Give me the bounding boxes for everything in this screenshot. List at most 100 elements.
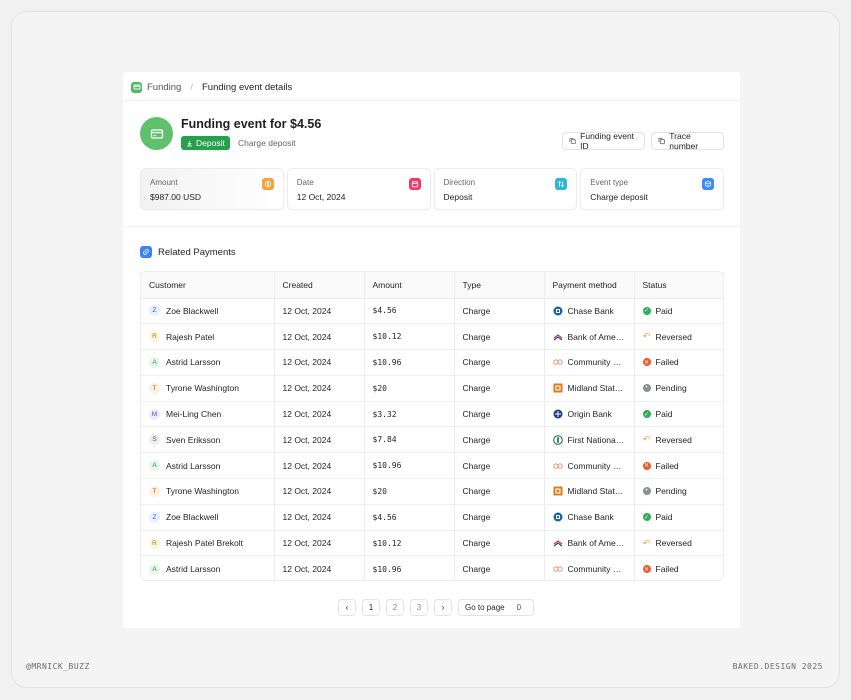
bank-name: Bank of America bbox=[567, 538, 626, 549]
cube-icon bbox=[702, 178, 714, 190]
payment-method-cell: Chase Bank bbox=[544, 298, 635, 325]
table-row[interactable]: T Tyrone Washington 12 Oct, 2024 $20 Cha… bbox=[141, 375, 723, 402]
amount-cell: $4.56 bbox=[364, 298, 455, 325]
go-to-page-label: Go to page bbox=[465, 603, 505, 612]
payment-method-cell: Bank of America bbox=[544, 530, 635, 557]
funding-event-id-button[interactable]: Funding event ID bbox=[562, 131, 645, 151]
divider bbox=[123, 100, 740, 101]
page-title: Funding event for $4.56 bbox=[181, 117, 322, 131]
wallet-icon bbox=[140, 117, 173, 150]
created-cell: 12 Oct, 2024 bbox=[274, 452, 365, 480]
avatar: M bbox=[149, 408, 160, 420]
created-cell: 12 Oct, 2024 bbox=[274, 530, 365, 557]
status-badge: Paid bbox=[655, 305, 673, 316]
prev-page-button[interactable]: ‹ bbox=[338, 599, 356, 616]
type-cell: Charge bbox=[454, 375, 545, 402]
status-badge: Reversed bbox=[655, 331, 692, 342]
avatar: T bbox=[149, 382, 160, 394]
customer-cell: M Mei-Ling Chen bbox=[141, 401, 275, 428]
bank-name: Chase Bank bbox=[567, 305, 614, 316]
bank-logo-icon bbox=[553, 383, 563, 393]
page-1-button[interactable]: 1 bbox=[362, 599, 380, 616]
table-row[interactable]: A Astrid Larsson 12 Oct, 2024 $10.96 Cha… bbox=[141, 349, 723, 376]
calendar-icon bbox=[408, 178, 421, 190]
arrows-icon bbox=[555, 178, 568, 190]
customer-name: Astrid Larsson bbox=[166, 357, 221, 368]
amount-cell: $10.12 bbox=[364, 323, 455, 351]
bank-name: Community Bank bbox=[567, 460, 626, 471]
trace-number-button[interactable]: Trace number bbox=[651, 131, 724, 151]
table-row[interactable]: M Mei-Ling Chen 12 Oct, 2024 $3.32 Charg… bbox=[141, 401, 723, 428]
table-row[interactable]: Z Zoe Blackwell 12 Oct, 2024 $4.56 Charg… bbox=[141, 504, 723, 531]
undo-icon: ↶ bbox=[642, 434, 651, 445]
undo-icon: ↶ bbox=[642, 537, 651, 548]
avatar: T bbox=[149, 485, 160, 497]
type-cell: Charge bbox=[454, 555, 545, 580]
table-row[interactable]: A Astrid Larsson 12 Oct, 2024 $10.96 Cha… bbox=[141, 452, 723, 480]
created-cell: 12 Oct, 2024 bbox=[274, 401, 365, 428]
customer-cell: R Rajesh Patel Brekolt bbox=[141, 530, 275, 557]
bank-name: Midland States Bank bbox=[567, 486, 626, 497]
table-row[interactable]: R Rajesh Patel Brekolt 12 Oct, 2024 $10.… bbox=[141, 530, 723, 557]
table-row[interactable]: S Sven Eriksson 12 Oct, 2024 $7.84 Charg… bbox=[141, 426, 723, 454]
col-type[interactable]: Type bbox=[454, 272, 545, 299]
bank-name: Midland States Bank bbox=[567, 383, 626, 394]
type-cell: Charge bbox=[454, 323, 545, 351]
breadcrumb-funding-link[interactable]: Funding bbox=[147, 82, 181, 93]
bank-logo-icon bbox=[553, 512, 563, 522]
customer-name: Tyrone Washington bbox=[166, 383, 239, 394]
avatar: Z bbox=[149, 511, 160, 523]
bank-logo-icon bbox=[553, 409, 563, 419]
payment-method-cell: Midland States Bank bbox=[544, 375, 635, 402]
status-badge: Pending bbox=[655, 383, 687, 394]
customer-cell: R Rajesh Patel bbox=[141, 323, 275, 351]
bank-logo-icon bbox=[552, 357, 563, 367]
status-cell: ✓ Paid bbox=[634, 504, 723, 531]
table-header: Customer Created Amount Type Payment met… bbox=[141, 272, 723, 299]
breadcrumb-current: Funding event details bbox=[201, 81, 293, 93]
col-customer[interactable]: Customer bbox=[141, 272, 275, 299]
paid-status-icon: ✓ bbox=[642, 306, 651, 315]
status-cell: • Pending bbox=[634, 478, 723, 505]
bank-logo-icon bbox=[553, 306, 563, 316]
page-2-button[interactable]: 2 bbox=[386, 599, 404, 616]
table-row[interactable]: A Astrid Larsson 12 Oct, 2024 $10.96 Cha… bbox=[141, 555, 723, 580]
event-subtitle: Charge deposit bbox=[238, 138, 296, 148]
customer-name: Tyrone Washington bbox=[166, 486, 239, 497]
table-row[interactable]: R Rajesh Patel 12 Oct, 2024 $10.12 Charg… bbox=[141, 323, 723, 351]
next-page-button[interactable]: › bbox=[434, 599, 452, 616]
avatar: A bbox=[149, 356, 160, 368]
col-payment-method[interactable]: Payment method bbox=[544, 272, 635, 299]
deposit-badge-label: Deposit bbox=[196, 138, 225, 148]
col-amount[interactable]: Amount bbox=[364, 272, 455, 299]
table-row[interactable]: Z Zoe Blackwell 12 Oct, 2024 $4.56 Charg… bbox=[141, 298, 723, 325]
type-cell: Charge bbox=[454, 452, 545, 480]
col-status[interactable]: Status bbox=[634, 272, 723, 299]
status-cell: ✓ Paid bbox=[634, 298, 723, 325]
bank-logo-icon bbox=[553, 332, 563, 342]
stat-label: Direction bbox=[443, 178, 476, 187]
amount-cell: $7.84 bbox=[364, 426, 455, 454]
bank-name: Community Bank bbox=[567, 357, 626, 368]
customer-name: Rajesh Patel Brekolt bbox=[166, 538, 244, 549]
created-cell: 12 Oct, 2024 bbox=[274, 349, 365, 376]
table-row[interactable]: T Tyrone Washington 12 Oct, 2024 $20 Cha… bbox=[141, 478, 723, 505]
payment-method-cell: Midland States Bank bbox=[544, 478, 635, 505]
avatar: A bbox=[149, 460, 160, 472]
page-3-button[interactable]: 3 bbox=[410, 599, 428, 616]
footer-credit: @MRNICK_BUZZ bbox=[26, 662, 90, 671]
funding-icon bbox=[131, 81, 142, 93]
undo-icon: ↶ bbox=[642, 331, 651, 342]
col-created[interactable]: Created bbox=[274, 272, 365, 299]
go-to-page-input[interactable] bbox=[516, 603, 527, 612]
status-badge: Failed bbox=[655, 564, 679, 575]
payment-method-cell: Community Bank bbox=[544, 555, 635, 580]
customer-name: Astrid Larsson bbox=[166, 460, 221, 471]
bank-name: Origin Bank bbox=[567, 409, 612, 420]
funding-event-card: Funding / Funding event details Funding … bbox=[123, 72, 740, 628]
status-badge: Failed bbox=[655, 357, 679, 368]
customer-name: Zoe Blackwell bbox=[166, 512, 219, 523]
payments-table: Customer Created Amount Type Payment met… bbox=[140, 271, 724, 581]
status-cell: ✕ Failed bbox=[634, 349, 723, 376]
status-cell: ↶ Reversed bbox=[634, 323, 723, 351]
